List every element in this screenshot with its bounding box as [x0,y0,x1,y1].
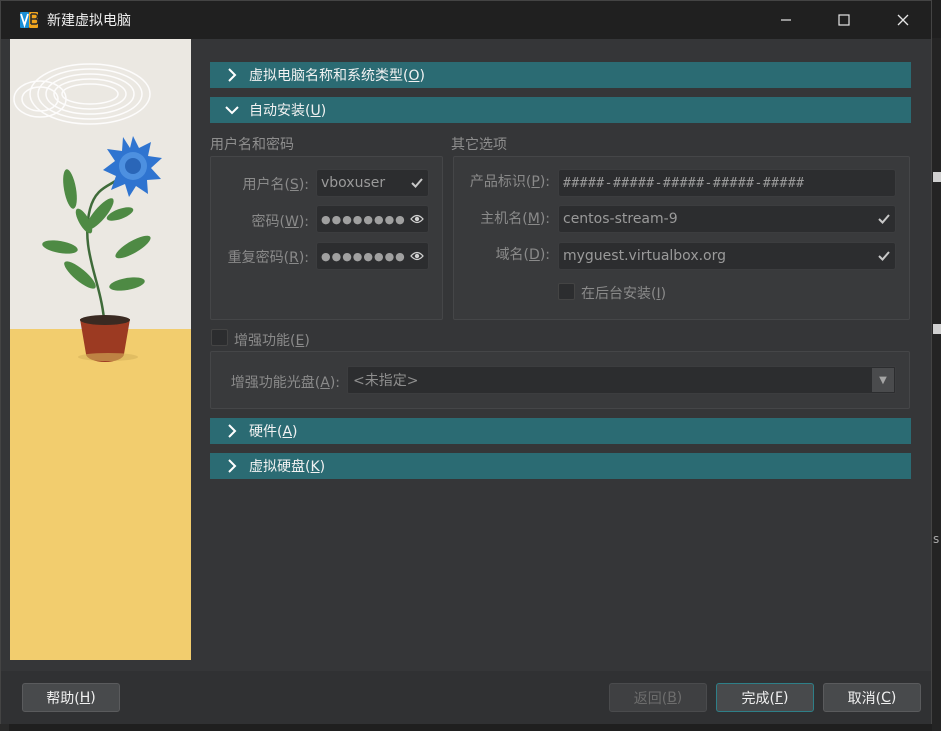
window-title: 新建虚拟电脑 [47,13,131,29]
guest-additions-label[interactable]: 增强功能(E) [234,330,310,350]
section-label: 虚拟电脑名称和系统类型(O) [249,68,425,84]
password-input[interactable]: ●●●●●●●● [316,205,429,233]
repeat-password-value: ●●●●●●●● [321,249,406,263]
eye-icon[interactable] [406,251,428,261]
checkmark-icon [873,251,895,261]
username-input[interactable]: vboxuser [316,169,429,197]
help-button[interactable]: 帮助(H) [22,683,120,712]
close-icon [897,14,909,26]
guest-additions-iso-select[interactable]: <未指定> ▼ [347,366,896,394]
section-hardware-header[interactable]: 硬件(A) [210,418,911,444]
username-value: vboxuser [321,175,386,191]
product-key-input[interactable]: #####-#####-#####-#####-##### [558,169,896,197]
finish-button[interactable]: 完成(F) [716,683,814,712]
repeat-password-label: 重复密码(R): [227,250,309,266]
hostname-value: centos-stream-9 [563,211,678,227]
maximize-button[interactable] [815,1,873,39]
background-install-checkbox[interactable] [558,283,575,300]
maximize-icon [838,14,850,26]
wizard-illustration [10,39,191,660]
close-button[interactable] [874,1,932,39]
section-label: 自动安装(U) [249,103,327,119]
other-options-group-title: 其它选项 [451,137,507,153]
guest-additions-iso-label: 增强功能光盘(A): [230,375,340,391]
section-disk-header[interactable]: 虚拟硬盘(K) [210,453,911,479]
password-label: 密码(W): [251,214,310,230]
credentials-group-title: 用户名和密码 [210,137,294,153]
new-vm-dialog: 新建虚拟电脑 虚拟电脑名称和系统类型(O) 自动安装(U) 用户名和密码 用户名… [0,0,932,724]
cancel-button[interactable]: 取消(C) [823,683,921,712]
chevron-right-icon [225,459,239,473]
username-label: 用户名(S): [242,177,309,193]
background-app-mark [933,172,941,182]
background-app-mark [933,324,941,334]
section-unattended-header[interactable]: 自动安装(U) [210,97,911,123]
minimize-icon [781,19,791,21]
chevron-down-icon [225,103,239,117]
chevron-right-icon [225,424,239,438]
domain-value: myguest.virtualbox.org [563,248,727,264]
eye-icon[interactable] [406,214,428,224]
checkmark-icon [406,178,428,188]
chevron-right-icon [225,68,239,82]
repeat-password-input[interactable]: ●●●●●●●● [316,242,429,270]
password-value: ●●●●●●●● [321,212,406,226]
background-app-text: s [933,532,940,546]
chevron-down-icon[interactable]: ▼ [872,368,894,392]
guest-additions-checkbox[interactable] [211,329,228,346]
virtualbox-logo-icon [19,10,39,30]
checkmark-icon [873,214,895,224]
background-app-right [932,38,941,731]
background-install-label[interactable]: 在后台安装(I) [581,283,666,303]
domain-input[interactable]: myguest.virtualbox.org [558,242,896,270]
section-name-os-header[interactable]: 虚拟电脑名称和系统类型(O) [210,62,911,88]
domain-label: 域名(D): [495,247,550,263]
guest-additions-iso-value: <未指定> [353,373,419,389]
product-key-placeholder: #####-#####-#####-#####-##### [563,175,805,191]
hostname-input[interactable]: centos-stream-9 [558,205,896,233]
back-button[interactable]: 返回(B) [609,683,707,712]
section-label: 硬件(A) [249,424,298,440]
section-label: 虚拟硬盘(K) [249,459,326,475]
hostname-label: 主机名(M): [480,211,550,227]
minimize-button[interactable] [757,1,815,39]
title-bar: 新建虚拟电脑 [1,1,931,39]
product-key-label: 产品标识(P): [469,174,550,190]
